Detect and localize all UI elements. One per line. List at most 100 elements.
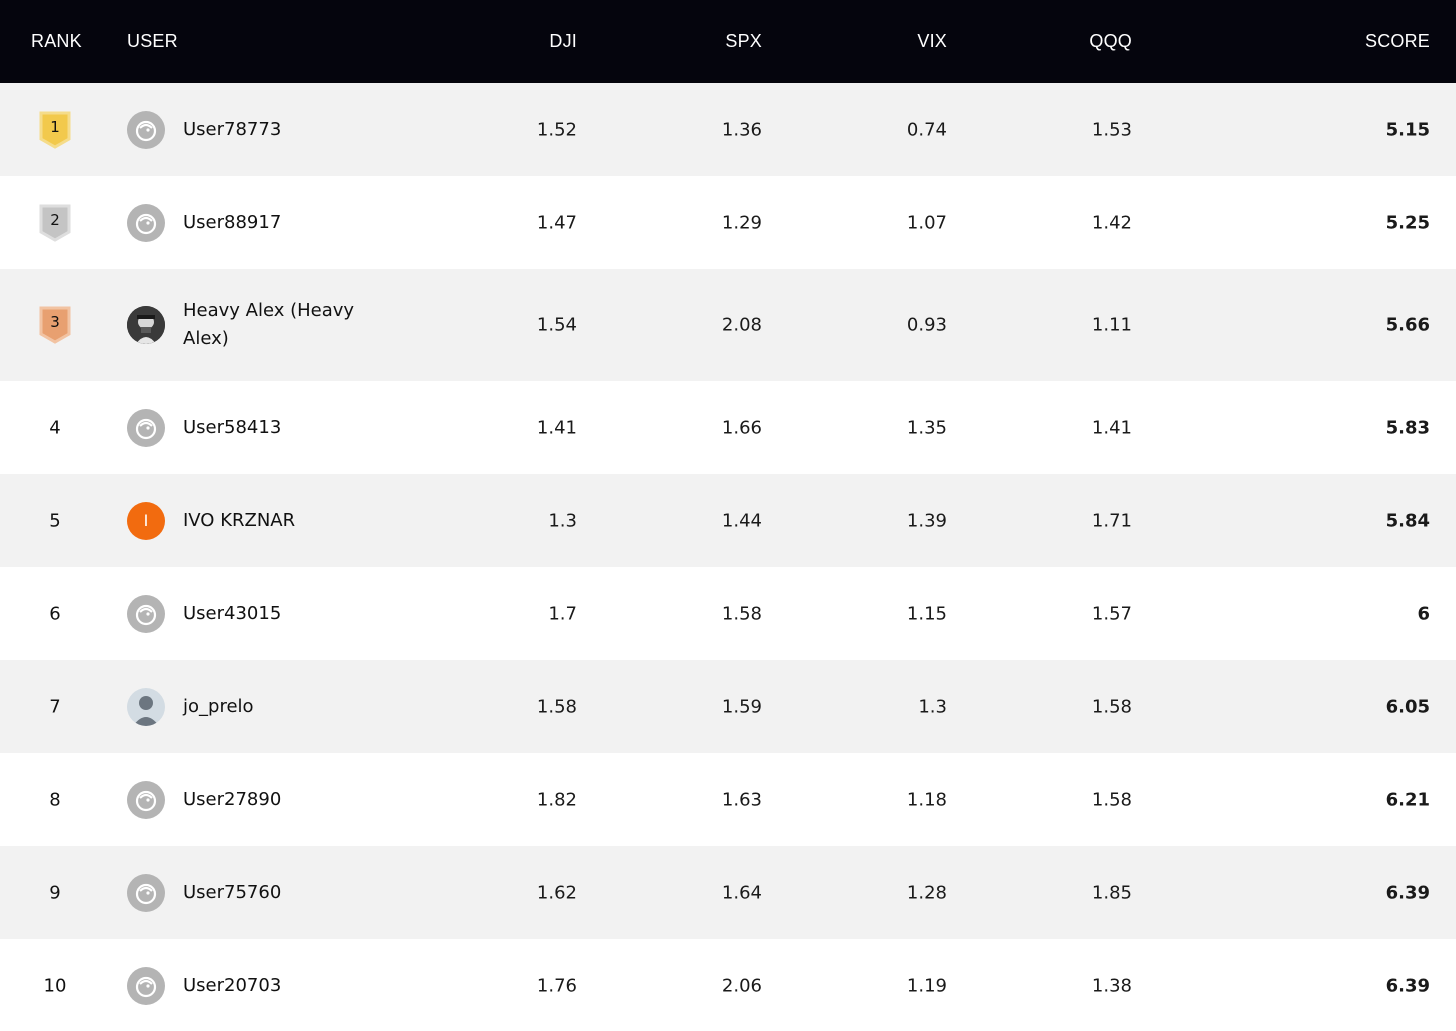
user-cell[interactable]: User43015 [127, 594, 281, 633]
user-cell[interactable]: User88917 [127, 203, 281, 242]
qqq-value: 1.85 [1091, 882, 1132, 903]
header-dji[interactable]: DJI [549, 31, 577, 52]
username[interactable]: User27890 [183, 786, 281, 814]
score-value: 5.66 [1385, 314, 1430, 336]
user-cell[interactable]: User75760 [127, 873, 281, 912]
header-vix[interactable]: VIX [917, 31, 947, 52]
header-score[interactable]: SCORE [1365, 31, 1430, 52]
username[interactable]: User78773 [183, 116, 281, 144]
user-photo-avatar [127, 306, 165, 344]
user-cell[interactable]: User58413 [127, 408, 281, 447]
rank-number: 5 [49, 510, 61, 531]
username[interactable]: Heavy Alex (Heavy Alex) [183, 297, 383, 353]
qqq-value: 1.53 [1091, 119, 1132, 140]
username[interactable]: User20703 [183, 972, 281, 1000]
user-cell[interactable]: Heavy Alex (Heavy Alex) [127, 297, 383, 353]
score-value: 6 [1417, 603, 1430, 624]
table-header: RANK USER DJI SPX VIX QQQ SCORE [0, 0, 1456, 83]
spx-value: 1.64 [721, 882, 762, 903]
rank-number: 6 [49, 603, 61, 624]
username[interactable]: IVO KRZNAR [183, 507, 295, 535]
spx-value: 2.06 [721, 975, 762, 996]
table-row[interactable]: 7 jo_prelo 1.58 1.59 1.3 1.58 6.05 [0, 660, 1456, 753]
rank-number: 9 [49, 882, 61, 903]
vix-value: 1.19 [906, 975, 947, 996]
dji-value: 1.62 [536, 882, 577, 903]
vix-value: 1.07 [906, 212, 947, 233]
spx-value: 1.58 [721, 603, 762, 624]
vix-value: 1.15 [906, 603, 947, 624]
leaderboard-table: RANK USER DJI SPX VIX QQQ SCORE 1 User78… [0, 0, 1456, 1031]
dji-value: 1.54 [536, 314, 577, 336]
header-user[interactable]: USER [127, 31, 178, 52]
qqq-value: 1.42 [1091, 212, 1132, 233]
user-cell[interactable]: User27890 [127, 780, 281, 819]
table-row[interactable]: 10 User20703 1.76 2.06 1.19 1.38 6.39 [0, 939, 1456, 1031]
rank-number: 7 [49, 696, 61, 717]
vix-value: 1.3 [918, 696, 947, 717]
table-row[interactable]: 4 User58413 1.41 1.66 1.35 1.41 5.83 [0, 381, 1456, 474]
vix-value: 0.93 [906, 314, 947, 336]
score-value: 5.25 [1385, 212, 1430, 233]
spx-value: 1.66 [721, 417, 762, 438]
table-row[interactable]: 8 User27890 1.82 1.63 1.18 1.58 6.21 [0, 753, 1456, 846]
dji-value: 1.52 [536, 119, 577, 140]
qqq-value: 1.71 [1091, 510, 1132, 531]
table-row[interactable]: 1 User78773 1.52 1.36 0.74 1.53 5.15 [0, 83, 1456, 176]
dji-value: 1.82 [536, 789, 577, 810]
bird-avatar-icon [127, 110, 165, 149]
bird-avatar-icon [127, 873, 165, 912]
header-rank[interactable]: RANK [31, 31, 82, 52]
qqq-value: 1.11 [1091, 314, 1132, 336]
bird-avatar-icon [127, 780, 165, 819]
rank-number: 10 [43, 975, 67, 996]
dji-value: 1.41 [536, 417, 577, 438]
table-row[interactable]: 2 User88917 1.47 1.29 1.07 1.42 5.25 [0, 176, 1456, 269]
dji-value: 1.3 [548, 510, 577, 531]
score-value: 6.05 [1385, 696, 1430, 717]
header-qqq[interactable]: QQQ [1089, 31, 1132, 52]
vix-value: 1.35 [906, 417, 947, 438]
user-cell[interactable]: I IVO KRZNAR [127, 501, 295, 540]
vix-value: 0.74 [906, 119, 947, 140]
dji-value: 1.58 [536, 696, 577, 717]
bronze-shield-badge-icon: 3 [39, 306, 71, 344]
qqq-value: 1.58 [1091, 789, 1132, 810]
bird-avatar-icon [127, 966, 165, 1005]
initial-avatar: I [127, 501, 165, 540]
spx-value: 1.59 [721, 696, 762, 717]
username[interactable]: User88917 [183, 209, 281, 237]
rank-number: 1 [50, 118, 60, 136]
rank-cell: 1 [39, 111, 71, 149]
table-row[interactable]: 3 Heavy Alex (Heavy Alex) 1.54 2.08 0.93… [0, 269, 1456, 381]
user-cell[interactable]: User20703 [127, 966, 281, 1005]
bird-avatar-icon [127, 408, 165, 447]
rank-cell: 2 [39, 204, 71, 242]
username[interactable]: User43015 [183, 600, 281, 628]
score-value: 5.83 [1385, 417, 1430, 438]
gold-shield-badge-icon: 1 [39, 111, 71, 149]
score-value: 5.15 [1385, 119, 1430, 140]
rank-number: 4 [49, 417, 61, 438]
username[interactable]: User75760 [183, 879, 281, 907]
dji-value: 1.7 [548, 603, 577, 624]
spx-value: 1.36 [721, 119, 762, 140]
table-row[interactable]: 9 User75760 1.62 1.64 1.28 1.85 6.39 [0, 846, 1456, 939]
header-spx[interactable]: SPX [725, 31, 762, 52]
username[interactable]: jo_prelo [183, 693, 254, 721]
vix-value: 1.18 [906, 789, 947, 810]
score-value: 6.39 [1385, 882, 1430, 903]
spx-value: 1.44 [721, 510, 762, 531]
person-avatar-icon [127, 687, 165, 726]
user-cell[interactable]: jo_prelo [127, 687, 254, 726]
score-value: 5.84 [1385, 510, 1430, 531]
bird-avatar-icon [127, 203, 165, 242]
username[interactable]: User58413 [183, 414, 281, 442]
spx-value: 2.08 [721, 314, 762, 336]
user-cell[interactable]: User78773 [127, 110, 281, 149]
table-row[interactable]: 5 I IVO KRZNAR 1.3 1.44 1.39 1.71 5.84 [0, 474, 1456, 567]
bird-avatar-icon [127, 594, 165, 633]
table-row[interactable]: 6 User43015 1.7 1.58 1.15 1.57 6 [0, 567, 1456, 660]
spx-value: 1.63 [721, 789, 762, 810]
vix-value: 1.28 [906, 882, 947, 903]
